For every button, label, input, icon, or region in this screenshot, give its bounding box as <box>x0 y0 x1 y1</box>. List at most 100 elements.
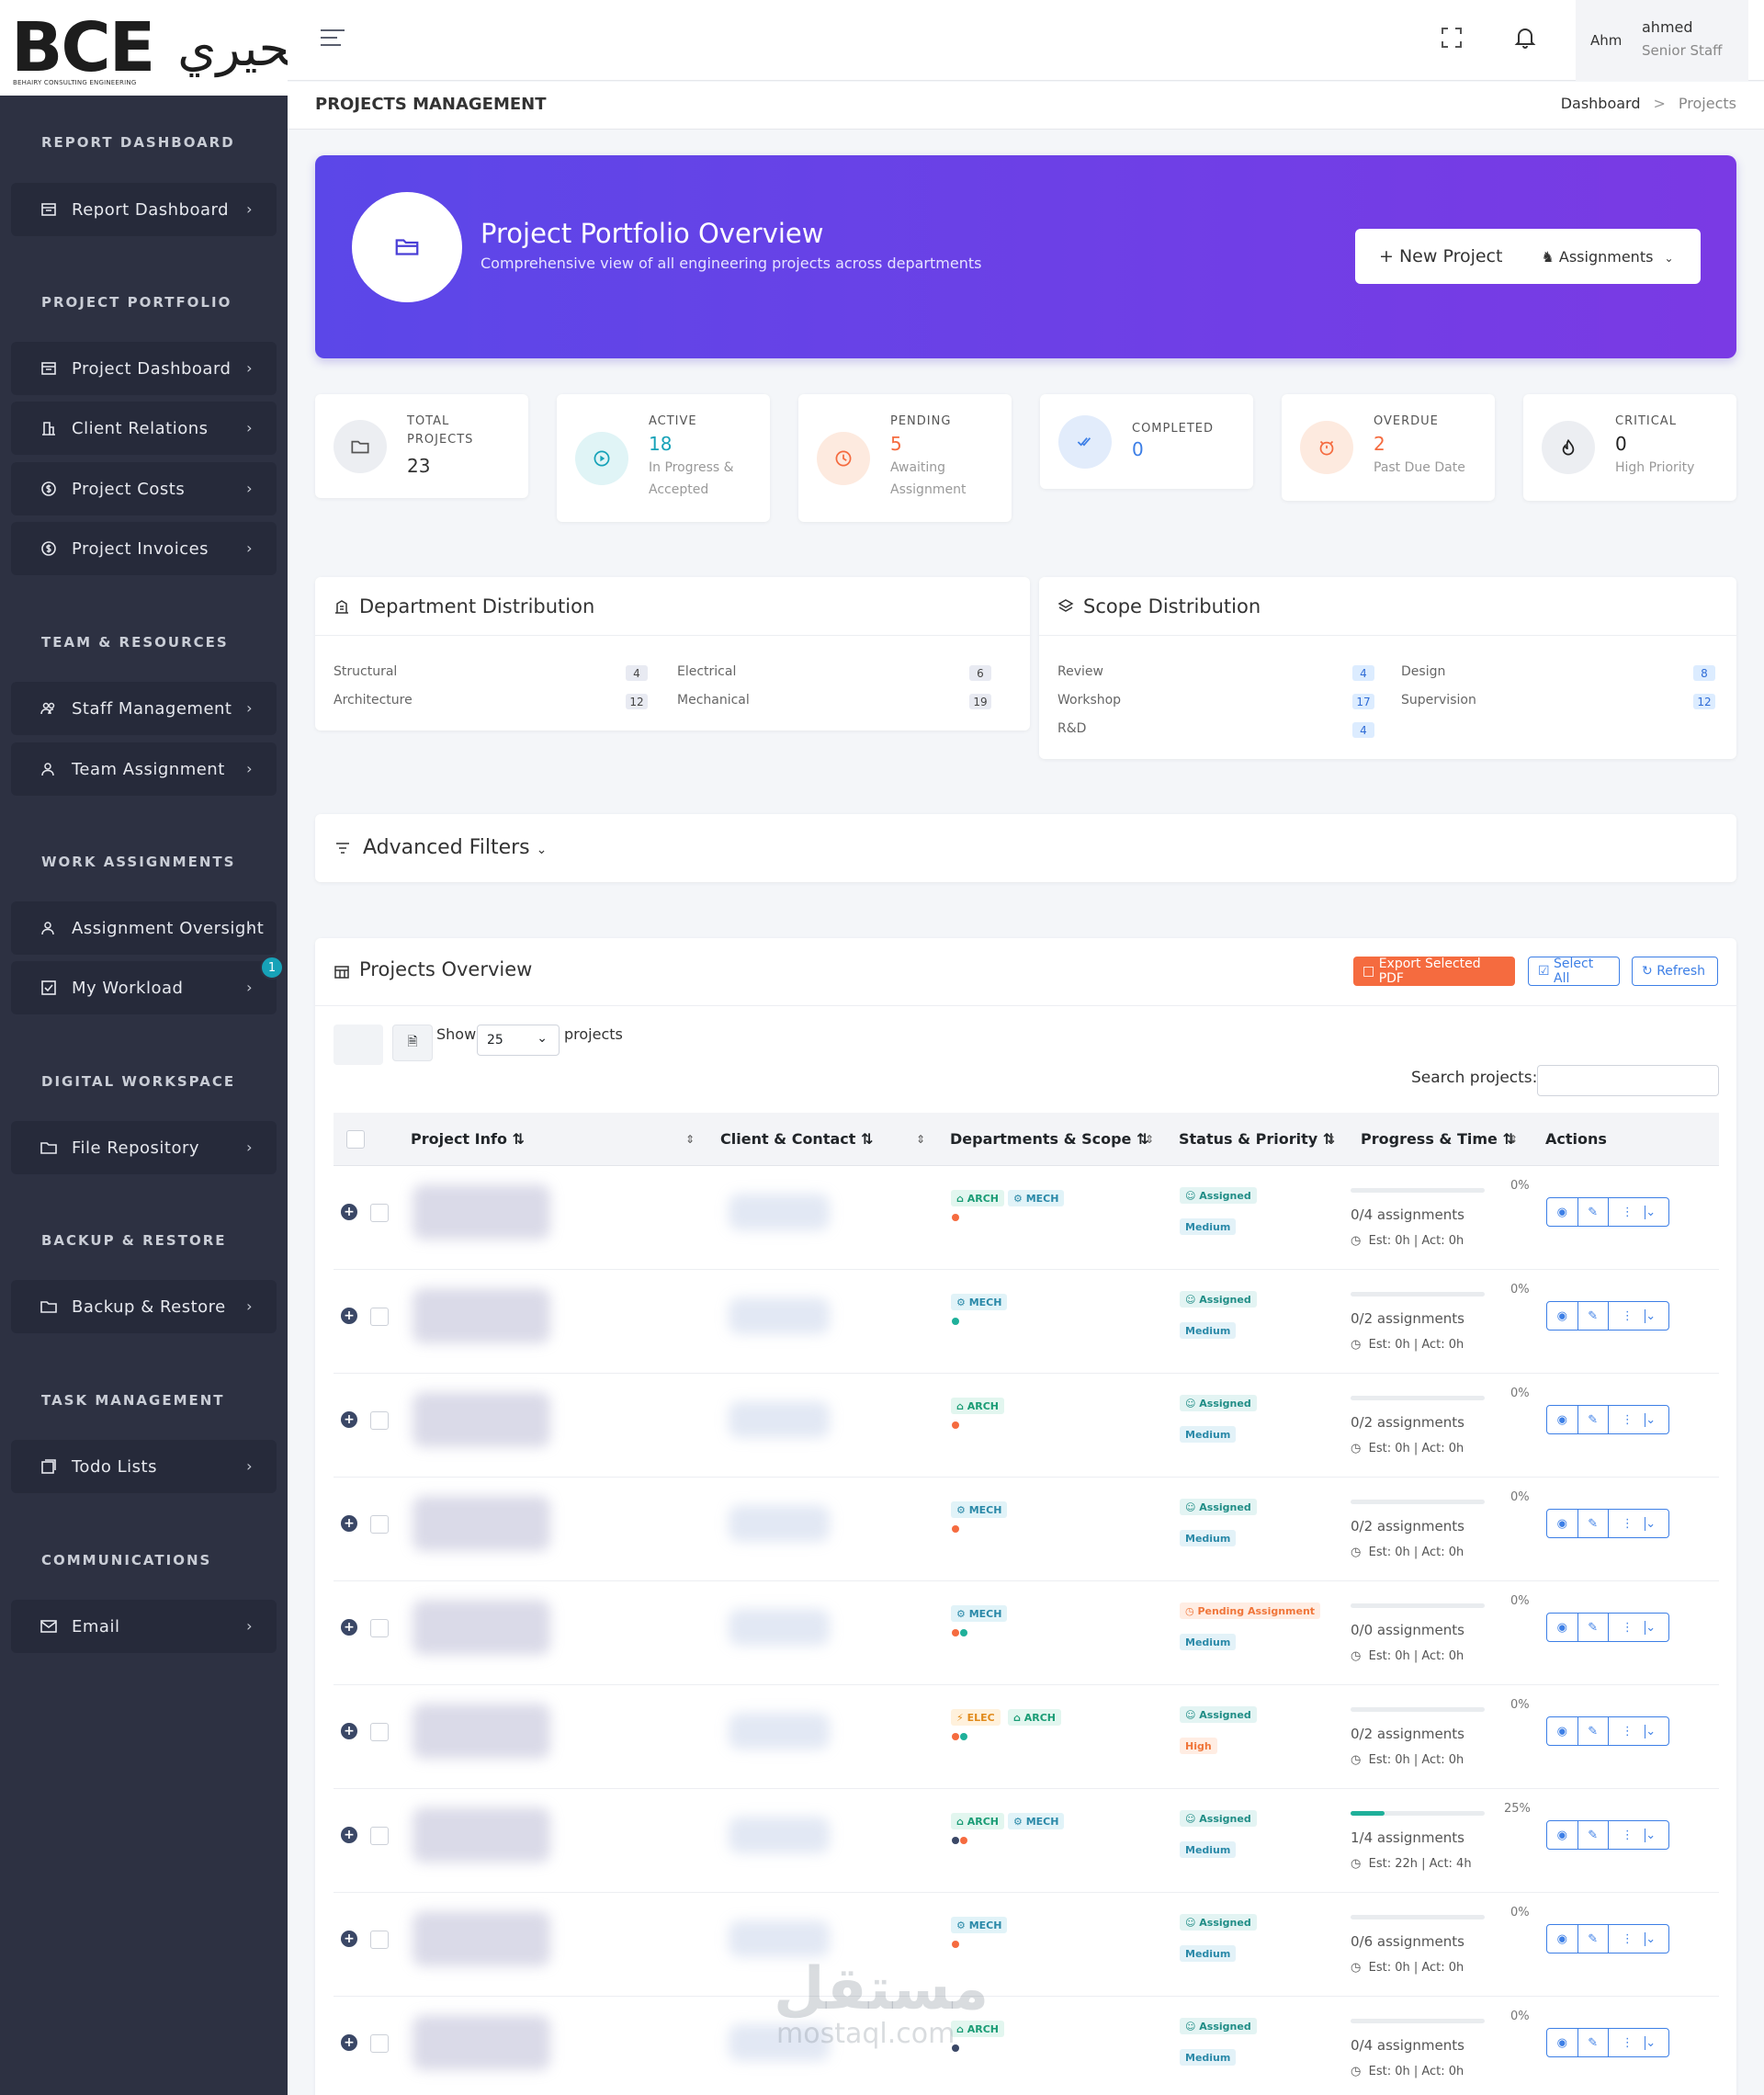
select-all-button[interactable]: ☑ Select All <box>1528 957 1620 986</box>
sort-icon[interactable]: ⇕ <box>916 1133 925 1146</box>
export-selected-pdf-button[interactable]: □ Export Selected PDF <box>1353 957 1515 986</box>
table-row[interactable]: + ⌂ ARCH ⚙ MECH ☺ Assigned Medium 0% 0/4 assig… <box>334 1166 1719 1270</box>
view-icon[interactable]: ◉ <box>1547 1821 1578 1849</box>
more-actions-dropdown[interactable]: ⋮ ⌄ <box>1609 1717 1668 1745</box>
row-checkbox[interactable] <box>370 1931 389 1949</box>
row-checkbox[interactable] <box>370 1515 389 1534</box>
refresh-button[interactable]: ↻ Refresh <box>1632 957 1718 986</box>
sort-icon[interactable]: ⇕ <box>1327 1133 1336 1146</box>
expand-row-icon[interactable]: + <box>341 1515 357 1532</box>
view-icon[interactable]: ◉ <box>1547 1925 1578 1953</box>
view-icon[interactable]: ◉ <box>1547 1198 1578 1226</box>
more-actions-dropdown[interactable]: ⋮ ⌄ <box>1609 2029 1668 2056</box>
sidebar-item-project-invoices[interactable]: Project Invoices › <box>11 522 277 575</box>
arch-icon: ⌂ <box>956 1815 967 1828</box>
expand-row-icon[interactable]: + <box>341 1204 357 1220</box>
more-actions-dropdown[interactable]: ⋮ ⌄ <box>1609 1198 1668 1226</box>
more-actions-dropdown[interactable]: ⋮ ⌄ <box>1609 1406 1668 1433</box>
edit-icon[interactable]: ✎ <box>1578 1614 1609 1641</box>
row-checkbox[interactable] <box>370 2034 389 2053</box>
table-row[interactable]: + ⚙ MECH ☺ Assigned Medium 0% 0/6 assignments… <box>334 1893 1719 1997</box>
edit-icon[interactable]: ✎ <box>1578 1302 1609 1330</box>
table-row[interactable]: + ⚙ MECH ☺ Assigned Medium 0% 0/2 assignments… <box>334 1270 1719 1374</box>
page-size-select[interactable]: 25 ⌄ <box>477 1025 560 1056</box>
expand-row-icon[interactable]: + <box>341 1411 357 1428</box>
row-checkbox[interactable] <box>370 1204 389 1222</box>
logo[interactable]: BCE البحيري BEHAIRY CONSULTING ENGINEERI… <box>0 0 334 96</box>
sidebar-item-file-repository[interactable]: File Repository › <box>11 1121 277 1174</box>
expand-row-icon[interactable]: + <box>341 2034 357 2051</box>
col-progress-time[interactable]: Progress & Time ⇅ <box>1361 1130 1515 1148</box>
sidebar-item-report-dashboard[interactable]: Report Dashboard › <box>11 183 277 236</box>
table-row[interactable]: + ⌂ ARCH ☺ Assigned Medium 0% 0/2 assignments… <box>334 1374 1719 1478</box>
fullscreen-icon[interactable] <box>1440 26 1464 50</box>
sidebar-item-email[interactable]: Email › <box>11 1600 277 1653</box>
col-departments-scope[interactable]: Departments & Scope ⇅ <box>950 1130 1148 1148</box>
sidebar-item-client-relations[interactable]: Client Relations › <box>11 402 277 455</box>
edit-icon[interactable]: ✎ <box>1578 1925 1609 1953</box>
sort-icon[interactable]: ⇕ <box>1145 1133 1154 1146</box>
search-input[interactable] <box>1537 1065 1719 1096</box>
expand-row-icon[interactable]: + <box>341 1827 357 1843</box>
edit-icon[interactable]: ✎ <box>1578 1821 1609 1849</box>
more-actions-dropdown[interactable]: ⋮ ⌄ <box>1609 1510 1668 1537</box>
bell-icon[interactable] <box>1513 26 1537 50</box>
view-icon[interactable]: ◉ <box>1547 1302 1578 1330</box>
expand-row-icon[interactable]: + <box>341 1723 357 1739</box>
menu-toggle-icon[interactable] <box>321 29 345 51</box>
edit-icon[interactable]: ✎ <box>1578 1717 1609 1745</box>
user-menu[interactable]: Ahm ahmed Senior Staff <box>1576 0 1748 81</box>
edit-icon[interactable]: ✎ <box>1578 1510 1609 1537</box>
assignments-dropdown[interactable]: ♞ Assignments ⌄ <box>1541 248 1673 266</box>
col-status-priority[interactable]: Status & Priority ⇅ <box>1179 1130 1335 1148</box>
edit-icon[interactable]: ✎ <box>1578 2029 1609 2056</box>
expand-row-icon[interactable]: + <box>341 1619 357 1636</box>
table-row[interactable]: + ⌂ ARCH ☺ Assigned Medium 0% 0/4 assignments… <box>334 1997 1719 2095</box>
sidebar-item-label: Backup & Restore <box>72 1297 226 1317</box>
sidebar-item-todo-lists[interactable]: Todo Lists › <box>11 1440 277 1493</box>
view-icon[interactable]: ◉ <box>1547 1406 1578 1433</box>
app-root: BCE البحيري BEHAIRY CONSULTING ENGINEERI… <box>0 0 1764 2095</box>
row-checkbox[interactable] <box>370 1723 389 1741</box>
sidebar-item-my-workload[interactable]: My Workload › <box>11 961 277 1014</box>
breadcrumb-dashboard[interactable]: Dashboard <box>1561 95 1641 112</box>
clock-icon <box>817 432 870 485</box>
view-icon[interactable]: ◉ <box>1547 2029 1578 2056</box>
sidebar-item-backup-restore[interactable]: Backup & Restore › <box>11 1280 277 1333</box>
more-actions-dropdown[interactable]: ⋮ ⌄ <box>1609 1925 1668 1953</box>
more-actions-dropdown[interactable]: ⋮ ⌄ <box>1609 1821 1668 1849</box>
row-checkbox[interactable] <box>370 1827 389 1845</box>
more-actions-dropdown[interactable]: ⋮ ⌄ <box>1609 1614 1668 1641</box>
view-icon[interactable]: ◉ <box>1547 1717 1578 1745</box>
table-row[interactable]: + ⚡ ELEC ⌂ ARCH ☺ Assigned High 0% 0/2 assignm… <box>334 1685 1719 1789</box>
sidebar-item-assignment-oversight[interactable]: Assignment Oversight › <box>11 901 277 955</box>
view-icon[interactable]: ◉ <box>1547 1510 1578 1537</box>
sidebar-item-project-dashboard[interactable]: Project Dashboard › <box>11 342 277 395</box>
edit-icon[interactable]: ✎ <box>1578 1198 1609 1226</box>
sort-icon[interactable]: ⇕ <box>1509 1133 1518 1146</box>
assignment-count: 0/4 assignments <box>1351 1206 1464 1223</box>
view-icon[interactable]: ◉ <box>1547 1614 1578 1641</box>
edit-icon[interactable]: ✎ <box>1578 1406 1609 1433</box>
table-row[interactable]: + ⌂ ARCH ⚙ MECH ☺ Assigned Medium 25% 1/4 assi… <box>334 1789 1719 1893</box>
col-client-contact[interactable]: Client & Contact ⇅ <box>720 1130 873 1148</box>
table-row[interactable]: + ⚙ MECH ◷ Pending Assignment Medium 0% 0/0 a… <box>334 1581 1719 1685</box>
advanced-filters[interactable]: Advanced Filters ⌄ <box>315 814 1736 882</box>
stat-label: CRITICAL <box>1615 414 1677 428</box>
new-project-button[interactable]: + New Project <box>1379 246 1502 266</box>
table-row[interactable]: + ⚙ MECH ☺ Assigned Medium 0% 0/2 assignments… <box>334 1478 1719 1581</box>
col-project-info[interactable]: Project Info ⇅ <box>411 1130 525 1148</box>
sidebar-item-team-assignment[interactable]: Team Assignment › <box>11 742 277 796</box>
row-checkbox[interactable] <box>370 1619 389 1637</box>
sidebar-item-project-costs[interactable]: Project Costs › <box>11 462 277 515</box>
select-all-checkbox[interactable] <box>346 1130 365 1149</box>
expand-row-icon[interactable]: + <box>341 1308 357 1324</box>
copy-button[interactable] <box>334 1025 383 1065</box>
more-actions-dropdown[interactable]: ⋮ ⌄ <box>1609 1302 1668 1330</box>
pdf-export-button[interactable]: 🗎 <box>392 1025 433 1061</box>
row-checkbox[interactable] <box>370 1411 389 1430</box>
sort-icon[interactable]: ⇕ <box>685 1133 695 1146</box>
row-checkbox[interactable] <box>370 1308 389 1326</box>
sidebar-item-staff-management[interactable]: Staff Management › <box>11 682 277 735</box>
expand-row-icon[interactable]: + <box>341 1931 357 1947</box>
